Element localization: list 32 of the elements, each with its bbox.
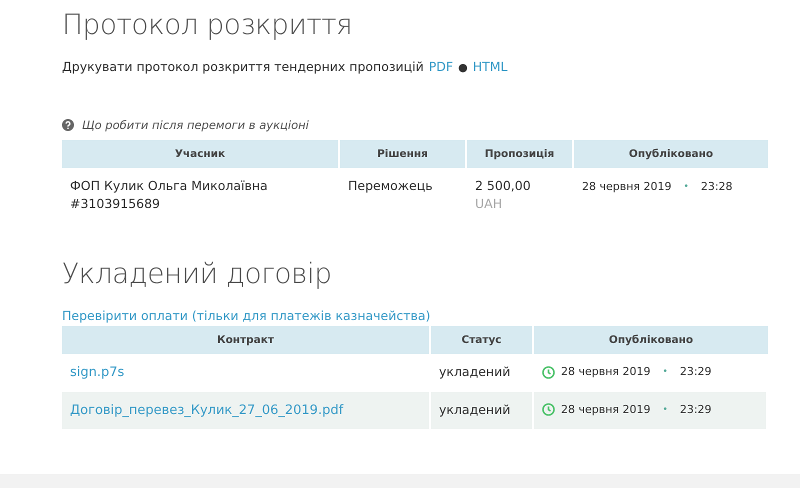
table-cell: ФОП Кулик Ольга Миколаївна #3103915689 [70,177,268,213]
column-header: Опубліковано [574,140,768,168]
currency: UAH [475,195,502,213]
table-cell: Переможець [348,177,433,195]
separator-dot: ● [458,61,468,74]
help-link[interactable]: Що робити після перемоги в аукціоні [82,118,309,132]
publish-time: 23:29 [680,364,712,380]
amount: 2 500,00 [475,177,531,195]
publish-date: 28 червня 2019 [582,179,672,195]
table-cell: укладений [439,363,510,381]
separator-dot: • [662,366,668,379]
table-cell: укладений [439,400,510,418]
help-icon [62,119,74,131]
publish-date: 28 червня 2019 [561,402,651,418]
payments-link[interactable]: Перевірити оплати (тільки для платежів казначейства) [62,308,430,323]
print-link[interactable]: HTML [472,59,508,74]
column-header: Статус [431,326,534,354]
separator-dot: • [684,181,689,194]
section-heading: Укладений договір [62,257,332,290]
column-header: Учасник [62,140,340,168]
file-link[interactable]: sign.p7s [70,365,124,380]
column-header: Рішення [340,140,467,168]
column-header: Опубліковано [534,326,768,354]
publish-date: 28 червня 2019 [561,364,651,380]
column-header: Пропозиція [467,140,574,168]
separator-dot: • [662,404,668,416]
print-link[interactable]: PDF [428,59,454,74]
publish-time: 23:29 [680,402,712,418]
print-label: Друкувати протокол розкриття тендерних пропозицій [62,59,424,74]
column-header: Контракт [62,326,431,354]
section-heading: Протокол розкриття [62,8,352,41]
publish-time: 23:28 [700,179,733,195]
